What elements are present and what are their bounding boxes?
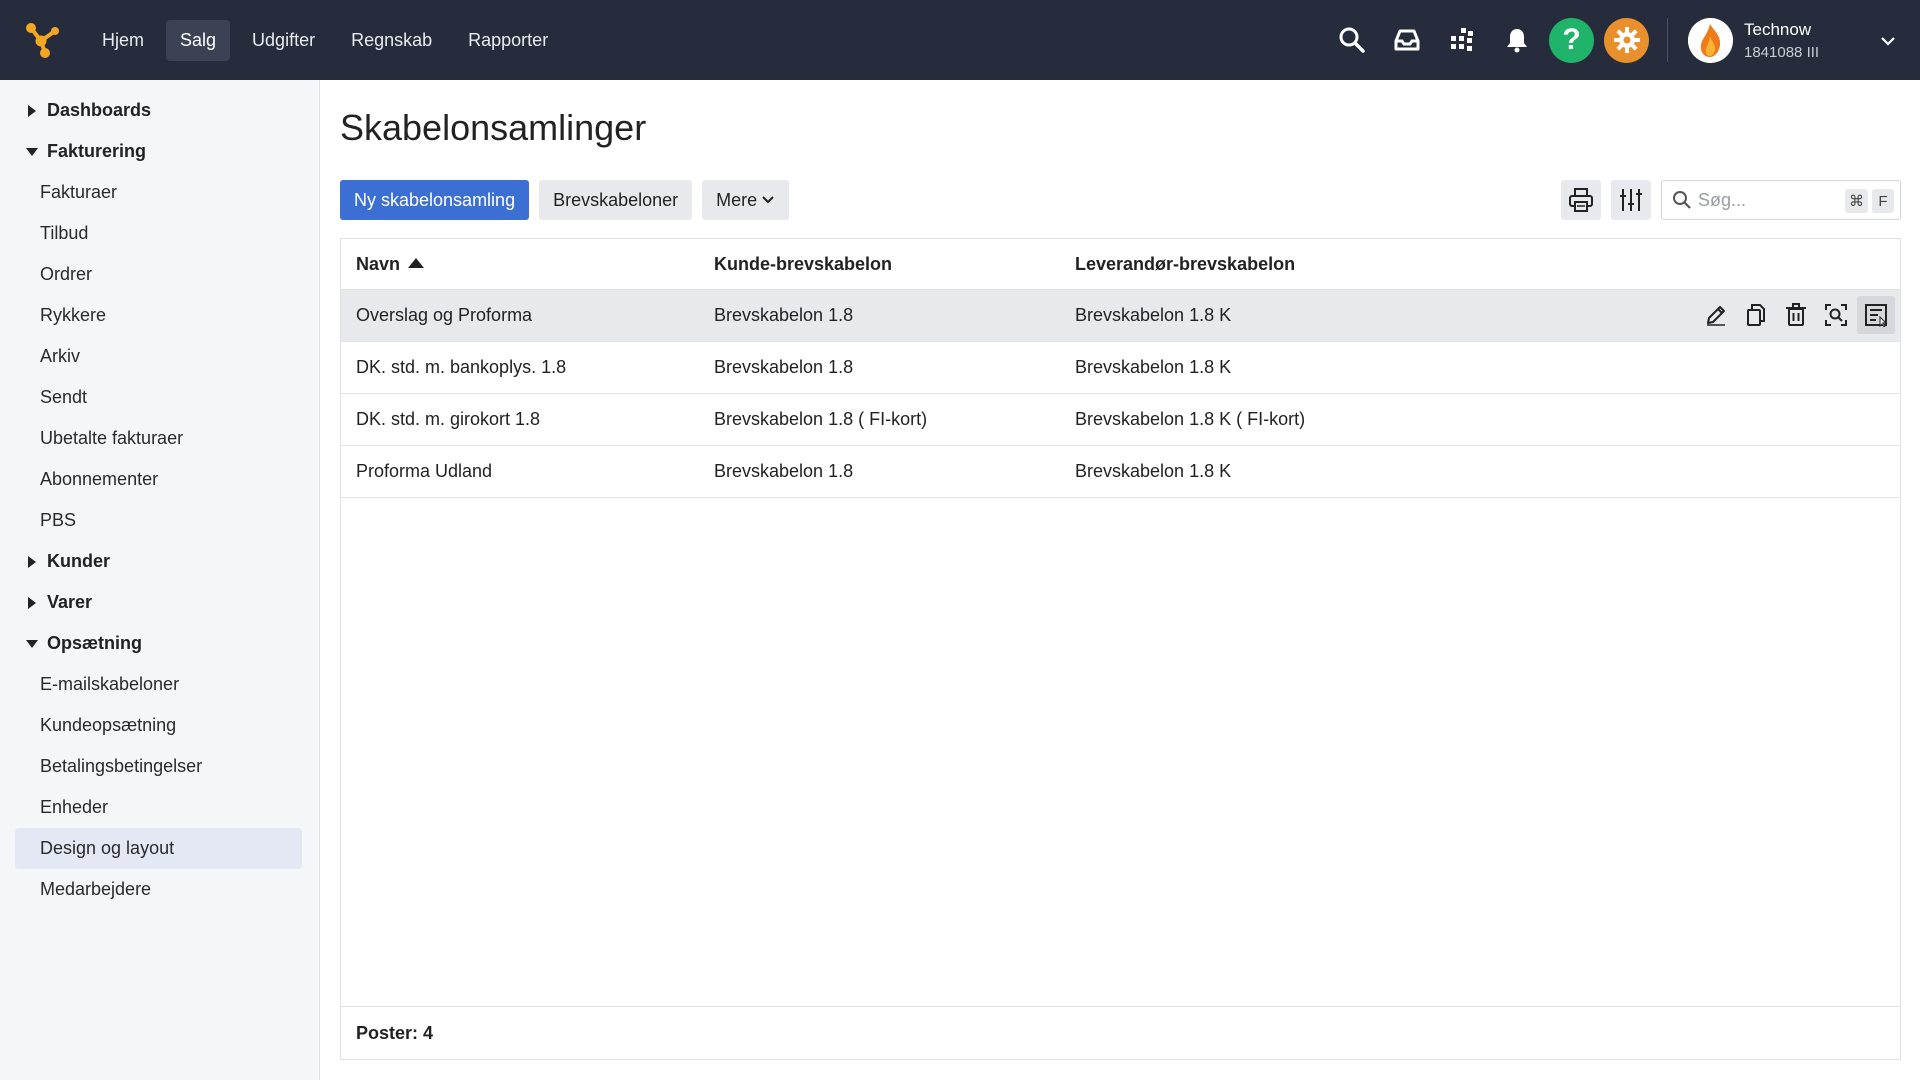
sidebar-item-ordrer[interactable]: Ordrer: [0, 254, 304, 295]
sidebar-group-kunder[interactable]: Kunder: [0, 541, 319, 582]
sidebar-item-rykkere[interactable]: Rykkere: [0, 295, 304, 336]
sidebar-item-betalingsbetingelser[interactable]: Betalingsbetingelser: [0, 746, 304, 787]
sidebar-item-e-mailskabeloner[interactable]: E-mailskabeloner: [0, 664, 304, 705]
search-icon[interactable]: [1330, 18, 1374, 62]
sidebar-item-ubetalte-fakturaer[interactable]: Ubetalte fakturaer: [0, 418, 304, 459]
column-header-leverandoer-brevskabelon[interactable]: Leverandør-brevskabelon: [1075, 254, 1295, 275]
table-header: Navn Kunde-brevskabelon Leverandør-brevs…: [341, 239, 1900, 290]
table-row[interactable]: Proforma Udland Brevskabelon 1.8 Brevska…: [341, 446, 1900, 498]
cell-kunde-brevskabelon: Brevskabelon 1.8: [714, 461, 854, 481]
caret-right-icon: [28, 596, 36, 609]
main-nav: Hjem Salg Udgifter Regnskab Rapporter: [88, 19, 562, 61]
sidebar-item-arkiv[interactable]: Arkiv: [0, 336, 304, 377]
top-bar: Hjem Salg Udgifter Regnskab Rapporter ? …: [0, 0, 1920, 80]
search-input[interactable]: [1698, 189, 1838, 211]
trash-icon[interactable]: [1777, 296, 1815, 334]
app-logo[interactable]: [24, 21, 62, 59]
sidebar-item-design-og-layout[interactable]: Design og layout: [15, 828, 302, 869]
print-icon[interactable]: [1561, 180, 1601, 220]
sidebar-group-fakturering[interactable]: Fakturering: [0, 131, 319, 172]
table-row[interactable]: DK. std. m. girokort 1.8 Brevskabelon 1.…: [341, 394, 1900, 446]
page-title: Skabelonsamlinger: [340, 107, 647, 148]
sidebar-item-pbs[interactable]: PBS: [0, 500, 304, 541]
inbox-icon[interactable]: [1385, 18, 1429, 62]
user-name: Technow: [1744, 19, 1812, 39]
column-header-navn[interactable]: Navn: [356, 254, 425, 275]
cell-navn: DK. std. m. girokort 1.8: [356, 409, 541, 429]
search-box[interactable]: ⌘ F: [1661, 180, 1901, 220]
nav-regnskab[interactable]: Regnskab: [337, 20, 446, 61]
nav-hjem[interactable]: Hjem: [88, 20, 158, 61]
sidebar-item-fakturaer[interactable]: Fakturaer: [0, 172, 304, 213]
cell-kunde-brevskabelon: Brevskabelon 1.8: [714, 305, 854, 325]
sidebar-group-varer[interactable]: Varer: [0, 582, 319, 623]
chevron-down-icon: [762, 196, 774, 204]
cell-leverandoer-brevskabelon: Brevskabelon 1.8 K: [1075, 357, 1232, 377]
cell-navn: Proforma Udland: [356, 461, 493, 481]
cell-kunde-brevskabelon: Brevskabelon 1.8 ( FI-kort): [714, 409, 928, 429]
gear-icon[interactable]: [1604, 17, 1649, 63]
sidebar-item-tilbud[interactable]: Tilbud: [0, 213, 304, 254]
preview-icon[interactable]: [1817, 296, 1855, 334]
apps-grid-icon[interactable]: [1440, 18, 1484, 62]
main-content: Skabelonsamlinger Ny skabelonsamling Bre…: [340, 80, 1901, 1060]
sort-ascending-icon: [408, 258, 425, 268]
sidebar-item-kundeopsaetning[interactable]: Kundeopsætning: [0, 705, 304, 746]
caret-down-icon: [26, 639, 38, 648]
toolbar: Ny skabelonsamling Brevskabeloner Mere ⌘…: [340, 180, 1901, 220]
new-template-collection-button[interactable]: Ny skabelonsamling: [340, 180, 530, 220]
caret-right-icon: [28, 104, 36, 117]
cell-leverandoer-brevskabelon: Brevskabelon 1.8 K: [1075, 305, 1232, 325]
sidebar-item-abonnementer[interactable]: Abonnementer: [0, 459, 304, 500]
divider: [1667, 18, 1668, 62]
more-label: Mere: [716, 189, 758, 210]
edit-icon[interactable]: [1697, 296, 1735, 334]
chevron-down-icon[interactable]: [1880, 30, 1896, 51]
nav-rapporter[interactable]: Rapporter: [454, 20, 562, 61]
nav-udgifter[interactable]: Udgifter: [238, 20, 329, 61]
sidebar-group-opsaetning[interactable]: Opsætning: [0, 623, 319, 664]
cell-kunde-brevskabelon: Brevskabelon 1.8: [714, 357, 854, 377]
sidebar-item-sendt[interactable]: Sendt: [0, 377, 304, 418]
sidebar-item-enheder[interactable]: Enheder: [0, 787, 304, 828]
user-id: 1841088 III: [1744, 43, 1820, 61]
user-menu[interactable]: Technow 1841088 III: [1688, 17, 1920, 63]
cell-navn: Overslag og Proforma: [356, 305, 533, 325]
row-actions: [1695, 296, 1895, 334]
template-details-icon[interactable]: [1857, 296, 1895, 334]
help-icon[interactable]: ?: [1549, 17, 1594, 63]
column-header-kunde-brevskabelon[interactable]: Kunde-brevskabelon: [714, 254, 892, 275]
bell-icon[interactable]: [1495, 18, 1539, 62]
cell-navn: DK. std. m. bankoplys. 1.8: [356, 357, 567, 377]
search-icon: [1673, 191, 1691, 209]
table-row[interactable]: DK. std. m. bankoplys. 1.8 Brevskabelon …: [341, 342, 1900, 394]
cell-leverandoer-brevskabelon: Brevskabelon 1.8 K ( FI-kort): [1075, 409, 1306, 429]
copy-icon[interactable]: [1737, 296, 1775, 334]
templates-table: Navn Kunde-brevskabelon Leverandør-brevs…: [340, 238, 1901, 1060]
more-menu-button[interactable]: Mere: [702, 180, 790, 220]
letter-templates-button[interactable]: Brevskabeloner: [539, 180, 693, 220]
sidebar-item-medarbejdere[interactable]: Medarbejdere: [0, 869, 304, 910]
table-footer-count: Poster: 4: [341, 1006, 1900, 1059]
caret-down-icon: [26, 147, 38, 156]
sidebar: Dashboards Fakturering Fakturaer Tilbud …: [0, 80, 320, 1080]
cell-leverandoer-brevskabelon: Brevskabelon 1.8 K: [1075, 461, 1232, 481]
caret-right-icon: [28, 555, 36, 568]
kbd-f: F: [1872, 189, 1894, 213]
kbd-cmd: ⌘: [1845, 189, 1868, 213]
nav-salg[interactable]: Salg: [166, 19, 231, 61]
column-settings-icon[interactable]: [1611, 180, 1651, 220]
table-row[interactable]: Overslag og Proforma Brevskabelon 1.8 Br…: [341, 290, 1900, 342]
sidebar-group-dashboards[interactable]: Dashboards: [0, 90, 319, 131]
avatar: [1688, 17, 1733, 63]
